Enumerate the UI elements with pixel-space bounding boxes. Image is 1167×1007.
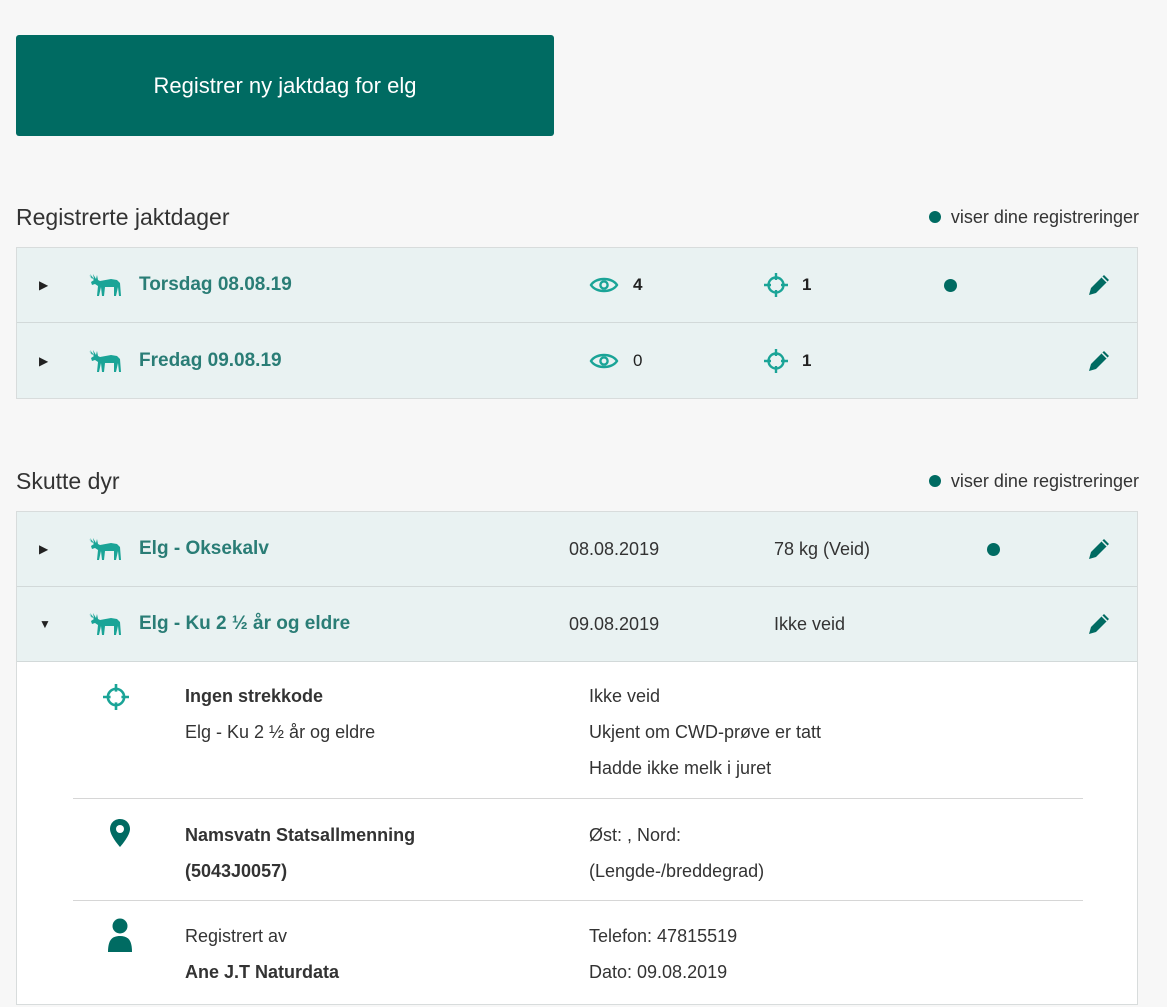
sample-info: Ikke veid Ukjent om CWD-prøve er tatt Ha… (589, 678, 821, 786)
crosshair-icon (764, 273, 788, 297)
barcode-title: Ingen strekkode (185, 686, 324, 706)
weight-status: 78 kg (Veid) (774, 538, 871, 559)
edit-pencil-icon[interactable] (1085, 248, 1113, 322)
eye-icon (589, 353, 619, 368)
map-pin-icon (109, 818, 131, 853)
legend-label: viser dine registreringer (950, 206, 1139, 227)
expand-caret-icon[interactable]: ▶ (39, 512, 48, 586)
shot-animal-row-expanded[interactable]: ▼ Elg - Ku 2 ½ år og eldre 09.08.2019 Ik… (17, 587, 1137, 662)
hunting-day-label[interactable]: Torsdag 08.08.19 (139, 248, 292, 322)
shot-animal-row[interactable]: ▶ Elg - Oksekalv 08.08.2019 78 kg (Veid) (17, 512, 1137, 587)
shot-count-cell: 1 (764, 323, 811, 398)
detail-divider (73, 798, 1083, 799)
person-icon (107, 918, 133, 957)
observed-count: 4 (633, 275, 643, 294)
barcode-info: Ingen strekkode Elg - Ku 2 ½ år og eldre (185, 678, 375, 750)
registration-date: Dato: 09.08.2019 (589, 962, 728, 982)
area-code: (5043J0057) (185, 861, 288, 881)
shot-animal-label[interactable]: Elg - Oksekalv (139, 512, 269, 586)
own-registration-marker (987, 512, 1000, 586)
shot-date: 09.08.2019 (569, 613, 660, 634)
coordinates: Øst: , Nord: (589, 825, 682, 845)
edit-pencil-icon[interactable] (1085, 323, 1113, 398)
own-registrations-legend: viser dine registreringer (928, 206, 1139, 228)
shot-animals-header: Skutte dyr viser dine registreringer (16, 465, 1139, 497)
shot-date: 08.08.2019 (569, 538, 660, 559)
own-registrations-legend: viser dine registreringer (928, 470, 1139, 492)
legend-label: viser dine registreringer (950, 470, 1139, 491)
detail-divider (73, 900, 1083, 901)
weight-status-detail: Ikke veid (589, 686, 661, 706)
shot-animals-table: ▶ Elg - Oksekalv 08.08.2019 78 kg (Veid)… (16, 511, 1138, 1005)
own-registration-marker (944, 248, 957, 322)
hunting-day-label[interactable]: Fredag 09.08.19 (139, 323, 282, 398)
hunting-day-row[interactable]: ▶ Fredag 09.08.19 0 1 (17, 323, 1137, 398)
coordinates-info: Øst: , Nord: (Lengde-/breddegrad) (589, 817, 764, 889)
phone: Telefon: 47815519 (589, 926, 738, 946)
animal-type: Elg - Ku 2 ½ år og eldre (185, 722, 376, 742)
registered-by-label: Registrert av (185, 926, 288, 946)
coordinate-type: (Lengde-/breddegrad) (589, 861, 765, 881)
moose-icon (87, 248, 123, 322)
hunting-days-header: Registrerte jaktdager viser dine registr… (16, 201, 1139, 233)
registered-by-name: Ane J.T Naturdata (185, 962, 340, 982)
hunting-area-info: Namsvatn Statsallmenning (5043J0057) (185, 817, 415, 889)
milk-status: Hadde ikke melk i juret (589, 758, 772, 778)
moose-icon (87, 512, 123, 586)
shot-animal-label[interactable]: Elg - Ku 2 ½ år og eldre (139, 587, 350, 661)
edit-pencil-icon[interactable] (1085, 512, 1113, 586)
cwd-status: Ukjent om CWD-prøve er tatt (589, 722, 822, 742)
observed-count: 0 (633, 350, 643, 370)
collapse-caret-icon[interactable]: ▼ (39, 587, 51, 661)
hunting-days-table: ▶ Torsdag 08.08.19 4 1 ▶ Fredag 09.08.19… (16, 247, 1138, 399)
shot-count: 1 (802, 350, 812, 370)
shot-animals-title: Skutte dyr (16, 467, 120, 494)
hunting-days-title: Registrerte jaktdager (16, 203, 230, 230)
own-registration-dot (944, 278, 957, 292)
own-registration-dot (987, 542, 1000, 556)
expand-caret-icon[interactable]: ▶ (39, 248, 48, 322)
eye-icon (589, 277, 619, 293)
hunting-day-row[interactable]: ▶ Torsdag 08.08.19 4 1 (17, 248, 1137, 323)
moose-icon (87, 323, 123, 398)
edit-pencil-icon[interactable] (1085, 587, 1113, 661)
shot-count-cell: 1 (764, 248, 811, 322)
observed-count-cell: 4 (589, 248, 642, 322)
shot-animal-detail-panel: Ingen strekkode Elg - Ku 2 ½ år og eldre… (17, 662, 1137, 1004)
expand-caret-icon[interactable]: ▶ (39, 323, 48, 398)
shot-count: 1 (802, 275, 812, 294)
registered-by-info: Registrert av Ane J.T Naturdata (185, 918, 339, 990)
observed-count-cell: 0 (589, 323, 642, 398)
register-hunting-day-button[interactable]: Registrer ny jaktdag for elg (16, 35, 554, 136)
contact-info: Telefon: 47815519 Dato: 09.08.2019 (589, 918, 737, 990)
crosshair-icon (764, 348, 788, 373)
moose-icon (87, 587, 123, 661)
own-registration-dot (928, 475, 941, 487)
area-name: Namsvatn Statsallmenning (185, 825, 416, 845)
crosshair-icon (103, 684, 129, 715)
own-registration-dot (928, 211, 941, 223)
weight-status: Ikke veid (774, 613, 846, 634)
